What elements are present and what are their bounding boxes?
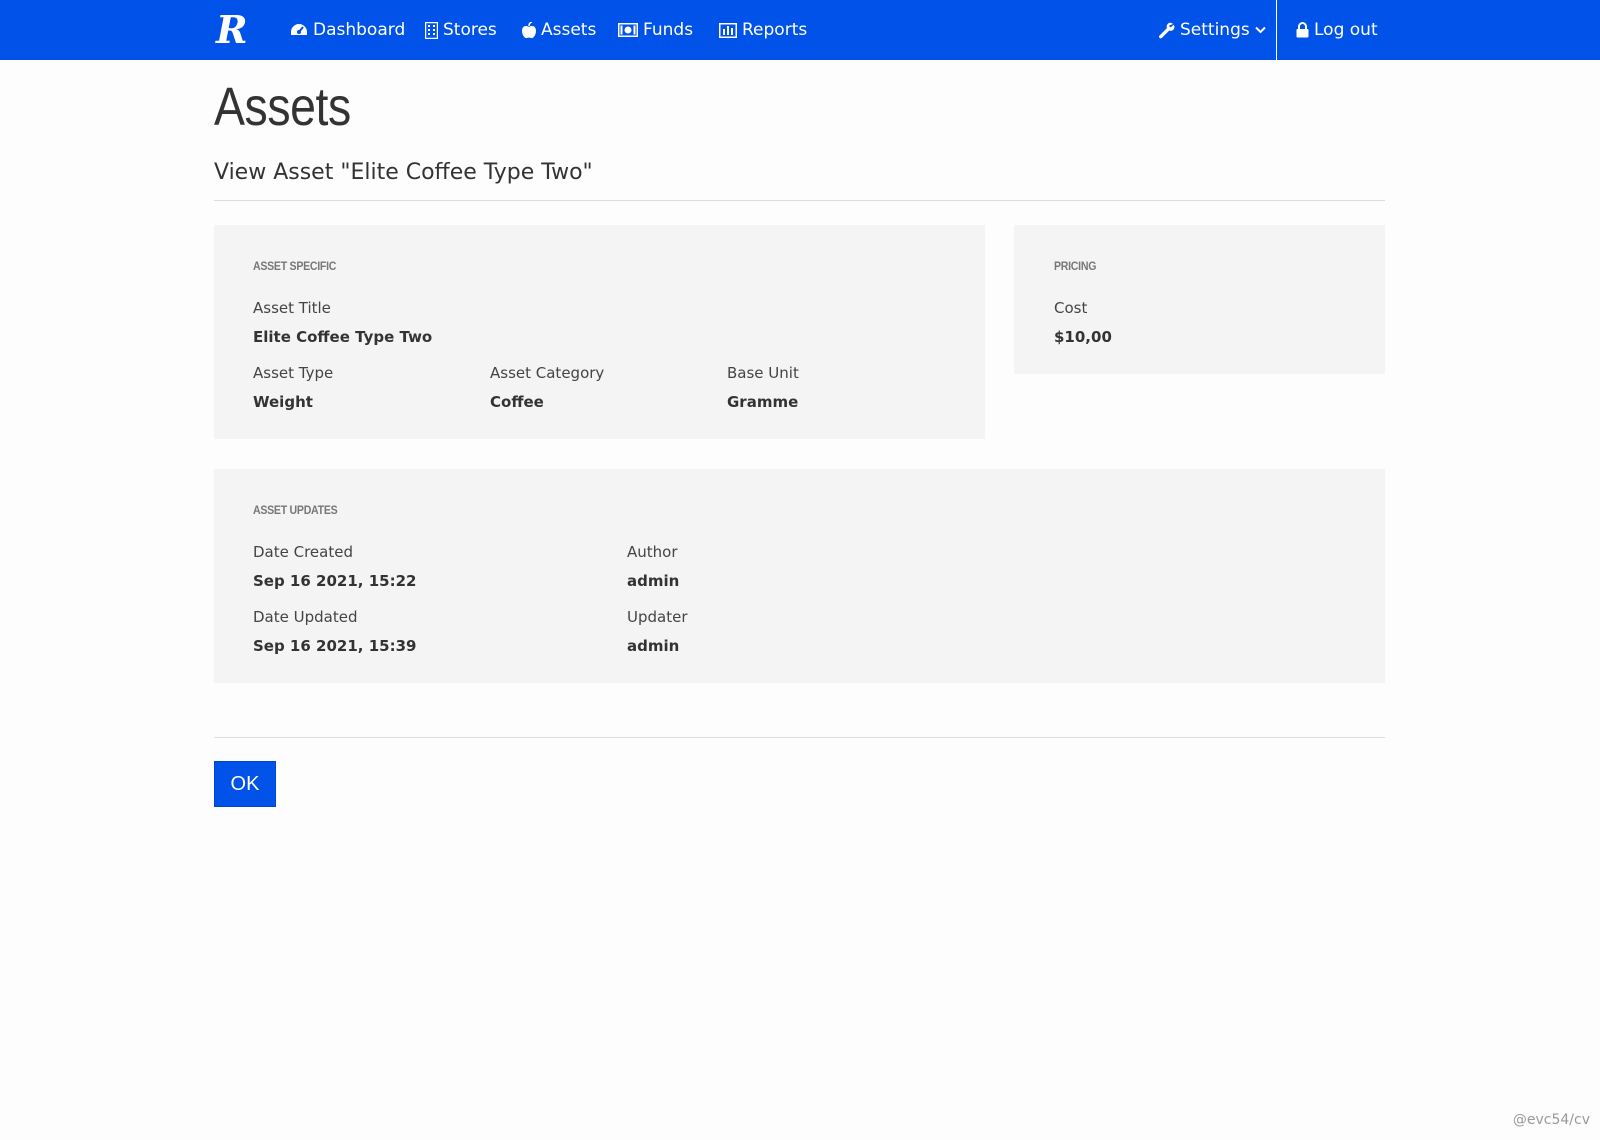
asset-category-label: Asset Category: [490, 364, 605, 382]
page-subtitle: View Asset "Elite Coffee Type Two": [214, 160, 593, 185]
brand-logo[interactable]: R: [216, 8, 248, 52]
panel-heading: ASSET UPDATES: [253, 503, 338, 517]
settings-dropdown[interactable]: Settings: [1158, 0, 1266, 60]
logout-link[interactable]: Log out: [1296, 0, 1378, 60]
tachometer-icon: [290, 23, 308, 37]
pricing-panel: PRICING Cost $10,00: [1014, 225, 1385, 374]
nav-divider: [1276, 0, 1277, 60]
asset-type-label: Asset Type: [253, 364, 334, 382]
asset-updates-panel: ASSET UPDATES Date Created Sep 16 2021, …: [214, 469, 1385, 683]
nav-dashboard-label: Dashboard: [313, 20, 406, 40]
settings-label: Settings: [1180, 20, 1250, 40]
money-icon: [618, 23, 638, 37]
nav-assets-label: Assets: [541, 20, 597, 40]
asset-title-value: Elite Coffee Type Two: [253, 328, 433, 346]
bar-chart-icon: [719, 22, 737, 38]
wrench-icon: [1158, 22, 1175, 39]
date-updated-label: Date Updated: [253, 608, 358, 626]
nav-funds[interactable]: Funds: [618, 0, 693, 60]
nav-reports-label: Reports: [742, 20, 808, 40]
asset-specific-panel: ASSET SPECIFIC Asset Title Elite Coffee …: [214, 225, 985, 439]
asset-type-value: Weight: [253, 393, 313, 411]
asset-title-label: Asset Title: [253, 299, 331, 317]
updater-label: Updater: [627, 608, 688, 626]
watermark: @evc54/cv: [1512, 1112, 1590, 1128]
panel-heading: PRICING: [1054, 259, 1097, 273]
nav-reports[interactable]: Reports: [719, 0, 807, 60]
building-icon: [425, 21, 438, 39]
nav-stores-label: Stores: [443, 20, 497, 40]
nav-dashboard[interactable]: Dashboard: [290, 0, 405, 60]
updater-value: admin: [627, 637, 680, 655]
author-value: admin: [627, 572, 680, 590]
nav-funds-label: Funds: [643, 20, 694, 40]
base-unit-value: Gramme: [727, 393, 799, 411]
lock-icon: [1296, 22, 1309, 38]
ok-button[interactable]: OK: [214, 761, 276, 807]
base-unit-label: Base Unit: [727, 364, 799, 382]
cost-value: $10,00: [1054, 328, 1112, 346]
asset-category-value: Coffee: [490, 393, 544, 411]
divider: [214, 737, 1385, 738]
chevron-down-icon: [1255, 26, 1266, 34]
nav-stores[interactable]: Stores: [425, 0, 497, 60]
top-navbar: R Dashboard Stores Assets Funds Reports: [0, 0, 1600, 60]
divider: [214, 200, 1385, 201]
date-updated-value: Sep 16 2021, 15:39: [253, 637, 417, 655]
page-title: Assets: [214, 77, 351, 137]
logout-label: Log out: [1314, 20, 1378, 40]
nav-assets[interactable]: Assets: [522, 0, 596, 60]
author-label: Author: [627, 543, 678, 561]
cost-label: Cost: [1054, 299, 1088, 317]
date-created-value: Sep 16 2021, 15:22: [253, 572, 417, 590]
date-created-label: Date Created: [253, 543, 353, 561]
apple-icon: [522, 21, 536, 39]
panel-heading: ASSET SPECIFIC: [253, 259, 337, 273]
